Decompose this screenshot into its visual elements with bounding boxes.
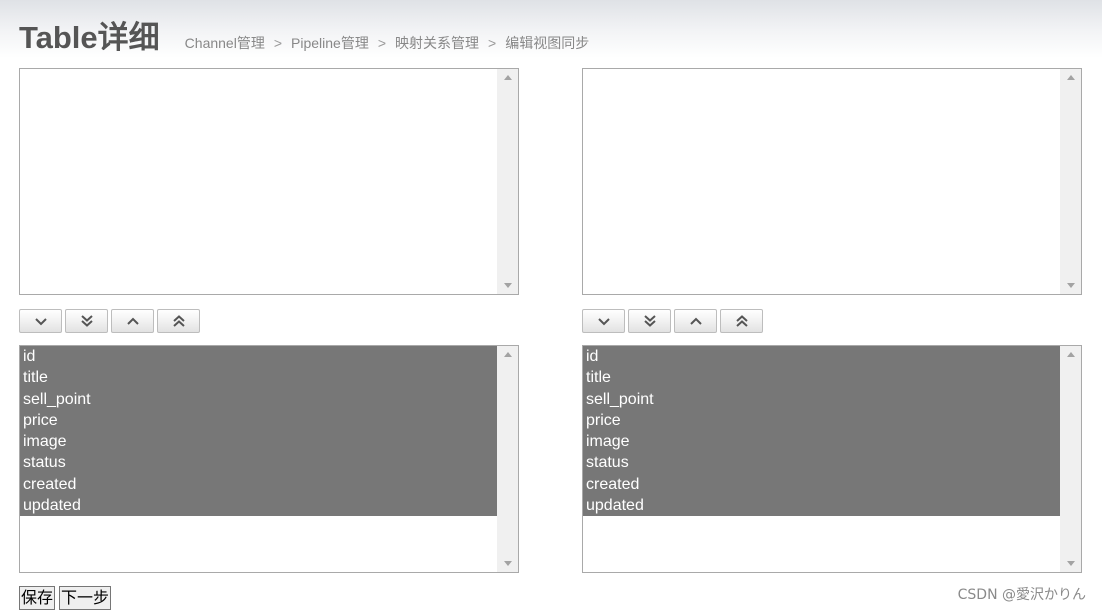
right-source-items: id title sell_point price image status c… <box>583 346 1060 572</box>
breadcrumb-separator: > <box>377 35 387 51</box>
left-move-buttons <box>19 309 200 333</box>
move-down-button[interactable] <box>582 309 625 333</box>
double-chevron-down-icon <box>643 315 656 327</box>
left-source-listbox[interactable]: id title sell_point price image status c… <box>19 345 519 573</box>
page-header: Table详细 Channel管理 > Pipeline管理 > 映射关系管理 > 编辑视图… <box>19 14 589 58</box>
scrollbar[interactable] <box>1060 346 1081 572</box>
page-title: Table详细 <box>19 20 160 55</box>
list-item[interactable]: title <box>583 367 1060 389</box>
scroll-up-arrow-icon[interactable] <box>497 69 518 86</box>
list-item[interactable]: price <box>20 409 497 432</box>
double-chevron-up-icon <box>172 315 185 327</box>
right-target-listbox[interactable] <box>582 68 1082 295</box>
scroll-up-arrow-icon[interactable] <box>1060 69 1081 86</box>
breadcrumb-channel[interactable]: Channel管理 <box>185 35 265 51</box>
move-up-button[interactable] <box>674 309 717 333</box>
list-item[interactable]: updated <box>583 495 1060 517</box>
move-up-button[interactable] <box>111 309 154 333</box>
move-all-up-button[interactable] <box>720 309 763 333</box>
list-item[interactable]: updated <box>20 495 497 517</box>
list-item[interactable]: status <box>583 452 1060 474</box>
left-target-listbox[interactable] <box>19 68 519 295</box>
scroll-down-arrow-icon[interactable] <box>1060 555 1081 572</box>
scrollbar[interactable] <box>497 346 518 572</box>
breadcrumb-separator: > <box>488 35 497 51</box>
save-button[interactable]: 保存 <box>19 586 56 610</box>
chevron-down-icon <box>597 318 610 326</box>
breadcrumb-mapping[interactable]: 映射关系管理 <box>395 35 479 51</box>
next-step-button[interactable]: 下一步 <box>59 586 112 610</box>
list-item[interactable]: id <box>20 346 497 368</box>
list-item[interactable]: sell_point <box>583 388 1060 410</box>
right-target-items <box>583 69 1060 294</box>
right-source-listbox[interactable]: id title sell_point price image status c… <box>582 345 1082 573</box>
scroll-up-arrow-icon[interactable] <box>1060 346 1081 363</box>
list-item[interactable]: sell_point <box>20 388 497 410</box>
left-target-items <box>20 69 497 294</box>
breadcrumb-pipeline[interactable]: Pipeline管理 <box>291 35 369 51</box>
double-chevron-down-icon <box>80 315 93 327</box>
list-item[interactable]: created <box>583 473 1060 496</box>
list-item[interactable]: status <box>20 452 497 474</box>
move-all-down-button[interactable] <box>628 309 671 333</box>
scrollbar[interactable] <box>497 69 518 294</box>
double-chevron-up-icon <box>735 315 748 327</box>
left-source-items: id title sell_point price image status c… <box>20 346 497 572</box>
list-item[interactable]: id <box>583 346 1060 368</box>
chevron-down-icon <box>34 318 47 326</box>
list-item[interactable]: image <box>20 431 497 453</box>
chevron-up-icon <box>126 317 139 325</box>
move-all-down-button[interactable] <box>65 309 108 333</box>
scroll-up-arrow-icon[interactable] <box>497 346 518 363</box>
breadcrumb: Channel管理 > Pipeline管理 > 映射关系管理 > 编辑视图同步 <box>185 36 590 58</box>
breadcrumb-separator: > <box>273 35 283 51</box>
scrollbar[interactable] <box>1060 69 1081 294</box>
right-move-buttons <box>582 309 763 333</box>
scroll-down-arrow-icon[interactable] <box>497 277 518 294</box>
list-item[interactable]: image <box>583 431 1060 453</box>
list-item[interactable]: created <box>20 473 497 496</box>
breadcrumb-edit-view-sync: 编辑视图同步 <box>505 35 590 51</box>
move-all-up-button[interactable] <box>157 309 200 333</box>
scroll-down-arrow-icon[interactable] <box>497 555 518 572</box>
list-item[interactable]: title <box>20 367 497 389</box>
list-item[interactable]: price <box>583 409 1060 432</box>
move-down-button[interactable] <box>19 309 62 333</box>
scroll-down-arrow-icon[interactable] <box>1060 277 1081 294</box>
watermark: CSDN @愛沢かりん <box>957 587 1086 603</box>
chevron-up-icon <box>689 317 702 325</box>
